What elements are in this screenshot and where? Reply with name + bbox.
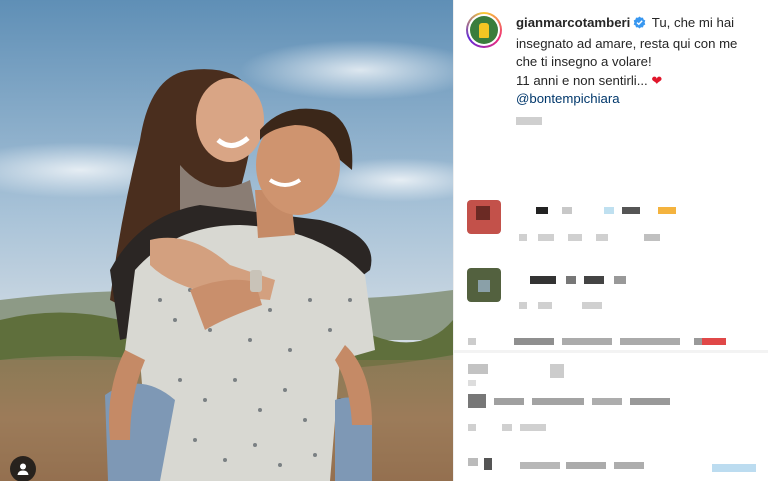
comment-text-pixelated (658, 207, 676, 214)
post-photo[interactable] (0, 0, 453, 481)
comment-meta-pixelated (468, 380, 476, 386)
post-panel: gianmarcotamberi Tu, che mi hai insegnat… (453, 0, 768, 481)
comment-text-pixelated (468, 364, 488, 374)
comment-meta-pixelated (596, 234, 608, 241)
comment-text-pixelated (592, 398, 622, 405)
comment-text-pixelated (468, 338, 476, 345)
comment-meta-pixelated (538, 234, 554, 241)
comment-text-pixelated (494, 398, 524, 405)
photo-image (0, 0, 453, 481)
comment-text-pixelated (562, 338, 612, 345)
comment-meta-pixelated (519, 234, 527, 241)
user-tag-icon (17, 463, 29, 475)
comment-text-pixelated (622, 207, 640, 214)
comment-text-pixelated (532, 398, 584, 405)
comment-text-pixelated (468, 458, 478, 466)
comment-text-pixelated (566, 276, 576, 284)
post-timestamp-pixelated (516, 117, 542, 125)
comment-text-pixelated (614, 276, 626, 284)
comment-meta-pixelated (502, 424, 512, 431)
user-tag-button[interactable] (10, 456, 36, 481)
comments-area (454, 0, 768, 481)
comment-meta-pixelated (519, 302, 527, 309)
comment-text-pixelated (530, 276, 556, 284)
comment-meta-pixelated (568, 234, 582, 241)
comment-text-pixelated (584, 276, 604, 284)
comment-text-pixelated (520, 462, 560, 469)
comment-text-pixelated (562, 207, 572, 214)
comment-text-pixelated (514, 338, 554, 345)
comment-text-pixelated (702, 338, 726, 345)
comment-meta-pixelated (644, 234, 660, 241)
comment-text-pixelated (614, 462, 644, 469)
comment-avatar-detail (476, 206, 490, 220)
comment-meta-pixelated (582, 302, 602, 309)
comment-meta-pixelated (468, 424, 476, 431)
comment-text-pixelated (468, 394, 486, 408)
comment-text-pixelated (604, 207, 614, 214)
comment-text-pixelated (484, 458, 492, 470)
comment-divider (454, 350, 768, 353)
comment-meta-pixelated (520, 424, 546, 431)
comment-meta-pixelated (538, 302, 552, 309)
comment-text-pixelated (712, 464, 756, 472)
comment-text-pixelated (536, 207, 548, 214)
comment-text-pixelated (630, 398, 670, 405)
comment-avatar-detail (478, 280, 490, 292)
comment-text-pixelated (620, 338, 680, 345)
comment-text-pixelated (550, 364, 564, 378)
comment-text-pixelated (566, 462, 606, 469)
